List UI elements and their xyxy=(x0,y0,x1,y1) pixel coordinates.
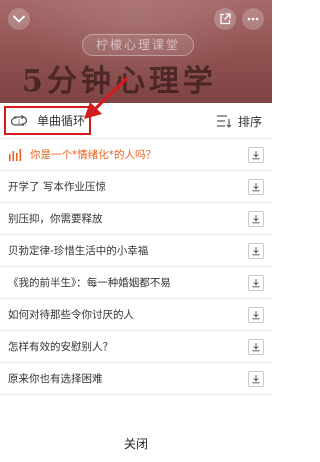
download-button[interactable] xyxy=(248,147,264,163)
loop-mode-label: 单曲循环 xyxy=(37,114,86,128)
playlist-sheet: 1 单曲循环 排序 你是一个*情绪化*的人吗？ 开学了 写本作业压惊 别压抑，你需要… xyxy=(0,103,272,462)
chevron-down-icon xyxy=(13,15,25,23)
share-button[interactable] xyxy=(214,8,236,30)
download-icon xyxy=(252,215,260,224)
album-banner: 柠檬心理课堂 5分钟心理学 xyxy=(0,0,272,103)
repeat-one-icon: 1 xyxy=(10,114,28,128)
sort-button[interactable]: 排序 xyxy=(216,112,262,130)
more-button[interactable] xyxy=(242,8,264,30)
playlist-item-title: 怎样有效的安慰别人？ xyxy=(8,341,113,353)
annotation-arrow xyxy=(84,77,128,119)
playlist-toolbar: 1 单曲循环 排序 xyxy=(0,103,272,139)
playlist-item[interactable]: 如何对待那些令你讨厌的人 xyxy=(0,299,272,331)
playlist-item[interactable]: 原来你也有选择困难 xyxy=(0,363,272,395)
download-button[interactable] xyxy=(248,179,264,195)
download-button[interactable] xyxy=(248,371,264,387)
playlist-item-playing[interactable]: 你是一个*情绪化*的人吗？ xyxy=(0,139,272,171)
banner-title: 5分钟心理学 xyxy=(22,64,217,99)
loop-mode-button[interactable]: 1 单曲循环 xyxy=(4,106,91,135)
playlist-item-title: 开学了 写本作业压惊 xyxy=(8,181,106,193)
sort-icon xyxy=(216,114,232,128)
download-button[interactable] xyxy=(248,339,264,355)
playlist-item-title: 原来你也有选择困难 xyxy=(8,373,103,385)
more-icon xyxy=(247,17,259,21)
download-button[interactable] xyxy=(248,307,264,323)
sort-label: 排序 xyxy=(237,114,262,129)
playlist-item-title: 你是一个*情绪化*的人吗？ xyxy=(30,149,156,161)
download-icon xyxy=(252,375,260,384)
playlist-item[interactable]: 贝勃定律-珍惜生活中的小幸福 xyxy=(0,235,272,267)
playlist-item-title: 如何对待那些令你讨厌的人 xyxy=(8,309,134,321)
svg-text:1: 1 xyxy=(17,119,21,125)
download-icon xyxy=(252,311,260,320)
playlist-item[interactable]: 《我的前半生》：每一种婚姻都不易 xyxy=(0,267,272,299)
playlist-item-title: 别压抑，你需要释放 xyxy=(8,213,103,225)
close-button[interactable]: 关闭 xyxy=(0,427,272,462)
download-icon xyxy=(252,247,260,256)
download-button[interactable] xyxy=(248,243,264,259)
equalizer-icon xyxy=(9,148,22,161)
download-icon xyxy=(252,183,260,192)
download-icon xyxy=(252,151,260,160)
download-icon xyxy=(252,343,260,352)
playlist-item[interactable]: 别压抑，你需要释放 xyxy=(0,203,272,235)
playlist-item-title: 贝勃定律-珍惜生活中的小幸福 xyxy=(8,245,149,257)
playlist-item[interactable]: 怎样有效的安慰别人？ xyxy=(0,331,272,363)
playlist: 你是一个*情绪化*的人吗？ 开学了 写本作业压惊 别压抑，你需要释放贝勃定律-珍惜生… xyxy=(0,139,272,395)
playlist-item-title: 《我的前半生》：每一种婚姻都不易 xyxy=(8,277,171,289)
download-button[interactable] xyxy=(248,275,264,291)
share-icon xyxy=(220,13,231,25)
download-button[interactable] xyxy=(248,211,264,227)
download-icon xyxy=(252,279,260,288)
playlist-item[interactable]: 开学了 写本作业压惊 xyxy=(0,171,272,203)
banner-pill: 柠檬心理课堂 xyxy=(82,34,194,56)
collapse-button[interactable] xyxy=(8,8,30,30)
